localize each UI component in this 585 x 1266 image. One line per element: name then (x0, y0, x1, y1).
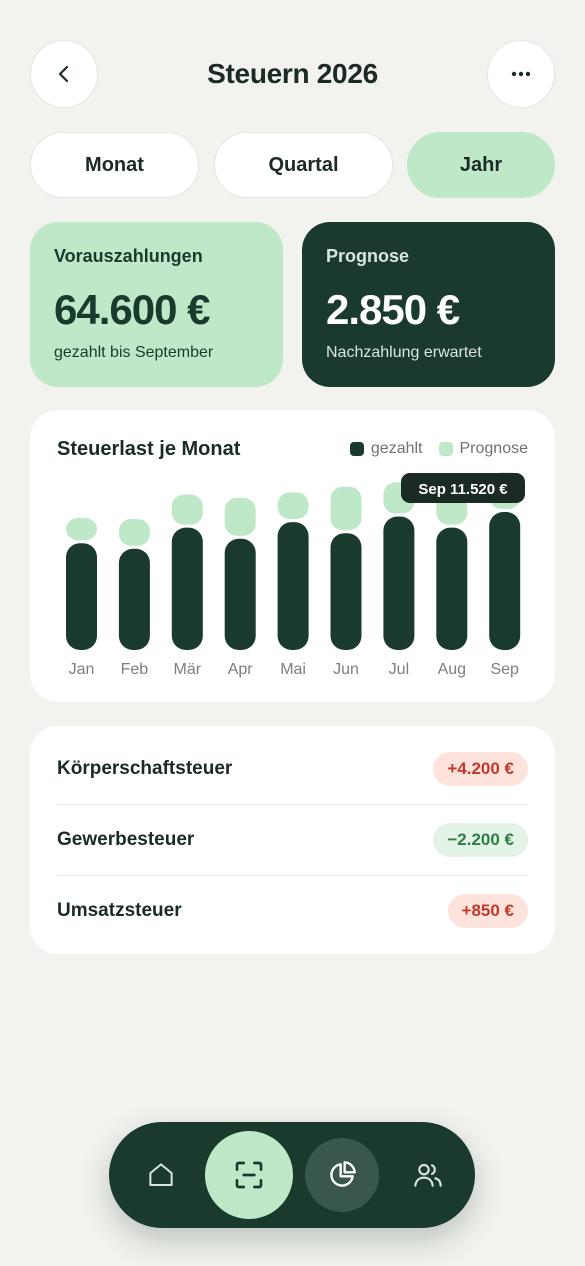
bar-paid-jun (330, 533, 362, 650)
tab-monat[interactable]: Monat (30, 132, 199, 198)
bar-forecast-mai (277, 492, 309, 520)
breakdown-row-umsatzsteuer[interactable]: Umsatzsteuer +850 € (57, 876, 528, 946)
x-tick-label: Mai (280, 661, 306, 678)
forecast-title: Prognose (326, 246, 410, 266)
prepayments-value: 64.600 € (54, 286, 210, 333)
x-tick-label: Sep (490, 661, 519, 678)
tooltip-label: Sep 11.520 € (418, 481, 508, 498)
bar-forecast-jan (66, 517, 97, 541)
scan-icon (235, 1161, 263, 1189)
header: Steuern 2026 (30, 40, 555, 108)
bar-forecast-jun (330, 486, 362, 531)
more-button[interactable] (487, 40, 555, 108)
bar-paid-mai (277, 522, 309, 650)
bar-paid-mär (171, 527, 203, 650)
x-tick-label: Jul (389, 661, 409, 678)
x-tick-label: Mär (174, 661, 202, 678)
breakdown-row-gewerbesteuer[interactable]: Gewerbesteuer −2.200 € (57, 805, 528, 875)
nav-team[interactable] (392, 1139, 464, 1211)
prepayments-card[interactable]: Vorauszahlungen 64.600 € gezahlt bis Sep… (30, 222, 283, 387)
breakdown-change-badge: +850 € (447, 894, 528, 928)
bar-forecast-apr (224, 497, 256, 536)
breakdown-change-badge: −2.200 € (433, 823, 528, 857)
pie-chart-icon (330, 1161, 356, 1187)
breakdown-card: Körperschaftsteuer +4.200 € Gewerbesteue… (30, 726, 555, 954)
bar-chart: Jan Feb Mär Apr Mai Jun Jul Aug Sep Sep 11.520 € (66, 472, 525, 678)
prepayments-subtitle: gezahlt bis September (54, 344, 214, 361)
bar-paid-jul (383, 516, 415, 650)
tab-jahr[interactable]: Jahr (407, 132, 555, 198)
x-tick-label: Jan (69, 661, 95, 678)
breakdown-label: Umsatzsteuer (57, 900, 182, 921)
prepayments-title: Vorauszahlungen (54, 246, 203, 266)
nav-scan[interactable] (205, 1131, 293, 1219)
bar-paid-feb (118, 548, 150, 650)
bar-paid-jan (66, 543, 97, 650)
home-icon (149, 1163, 173, 1186)
nav-home[interactable] (125, 1139, 197, 1211)
bar-forecast-feb (118, 519, 150, 546)
breakdown-row-koerperschaftsteuer[interactable]: Körperschaftsteuer +4.200 € (57, 734, 528, 804)
bottom-nav (109, 1122, 475, 1228)
x-tick-label: Apr (228, 661, 254, 678)
tab-quartal[interactable]: Quartal (214, 132, 393, 198)
forecast-card[interactable]: Prognose 2.850 € Nachzahlung erwartet (302, 222, 555, 387)
users-icon (414, 1163, 442, 1187)
breakdown-label: Körperschaftsteuer (57, 758, 233, 779)
x-tick-label: Feb (121, 661, 149, 678)
more-horizontal-icon (511, 71, 531, 77)
bar-paid-apr (224, 538, 256, 650)
page-title: Steuern 2026 (207, 58, 378, 89)
period-selector: Monat Quartal Jahr (30, 132, 555, 198)
forecast-value: 2.850 € (326, 286, 460, 333)
breakdown-change-badge: +4.200 € (433, 752, 528, 786)
forecast-subtitle: Nachzahlung erwartet (326, 344, 482, 361)
bar-paid-aug (436, 527, 468, 650)
breakdown-label: Gewerbesteuer (57, 829, 195, 850)
x-tick-label: Aug (438, 661, 466, 678)
bar-paid-sep (489, 512, 521, 650)
chart-card: Steuerlast je Monat gezahlt Prognose Jan… (30, 410, 555, 702)
nav-statistics[interactable] (305, 1138, 379, 1212)
x-tick-label: Jun (333, 661, 359, 678)
bar-forecast-mär (171, 494, 203, 525)
